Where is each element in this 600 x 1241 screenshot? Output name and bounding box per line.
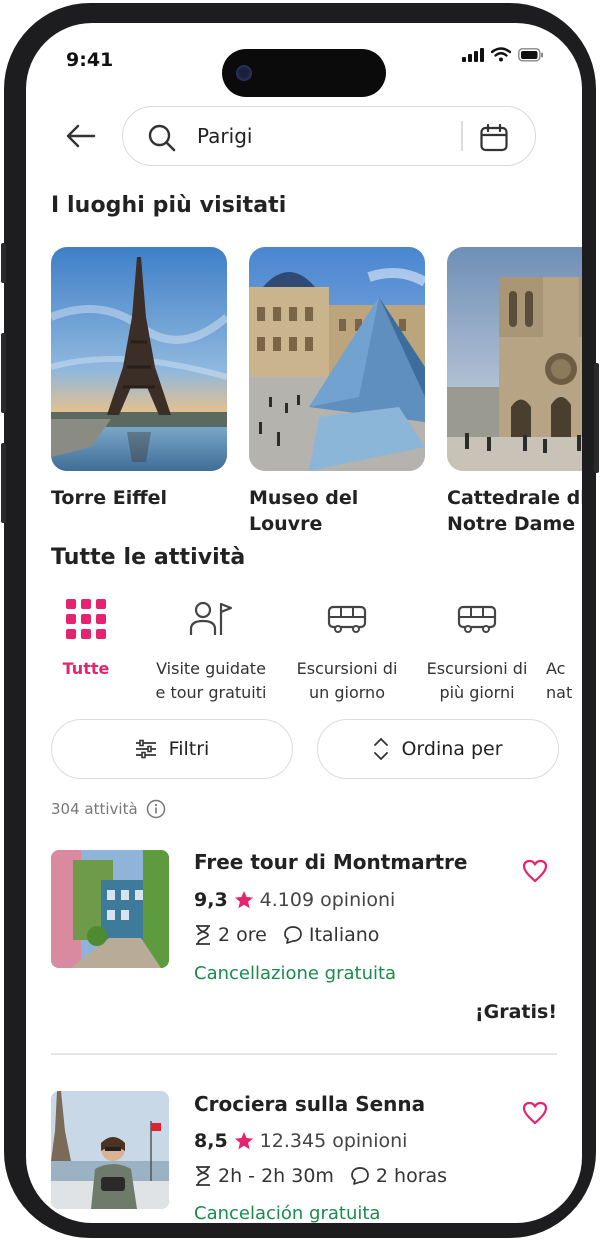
louvre-photo: [249, 247, 425, 471]
place-card-louvre[interactable]: Museo del Louvre: [249, 247, 425, 537]
star-icon: [234, 1132, 253, 1150]
place-card-eiffel[interactable]: Torre Eiffel: [51, 247, 227, 511]
activity-meta: 2 ore Italiano: [194, 924, 379, 946]
grid-icon: [26, 595, 151, 643]
category-guided-tours[interactable]: Visite guidate e tour gratuiti: [146, 595, 276, 705]
phone-frame: 9:41 Parigi I luoghi più visitati Torre …: [1, 3, 599, 1238]
search-divider: [461, 121, 463, 151]
volume-down-button: [1, 443, 6, 523]
filters-label: Filtri: [168, 738, 210, 760]
sliders-icon: [135, 739, 156, 759]
screen: 9:41 Parigi I luoghi più visitati Torre …: [26, 23, 582, 1223]
calendar-icon[interactable]: [479, 123, 509, 153]
category-multi-day-trips[interactable]: Escursioni di più giorni: [412, 595, 542, 705]
sort-button[interactable]: Ordina per: [317, 719, 559, 779]
guide-flag-icon: [146, 595, 276, 643]
search-bar[interactable]: Parigi: [122, 106, 536, 166]
place-card-notre-dame[interactable]: Cattedrale di Notre Dame: [447, 247, 582, 537]
status-time: 9:41: [66, 49, 114, 71]
sort-label: Ordina per: [401, 738, 503, 760]
place-name-line1: Cattedrale di: [447, 487, 582, 509]
free-cancellation: Cancellazione gratuita: [194, 963, 397, 984]
language-text: Italiano: [308, 924, 380, 946]
mute-switch: [1, 243, 6, 283]
signal-icon: [462, 47, 484, 62]
category-label: Escursioni di un giorno: [296, 659, 398, 702]
activity-title[interactable]: Free tour di Montmartre: [194, 850, 467, 874]
speech-bubble-icon: [283, 926, 302, 944]
activity-title[interactable]: Crociera sulla Senna: [194, 1092, 425, 1116]
results-count-text: 304 attività: [51, 800, 138, 818]
seine-cruise-photo[interactable]: [51, 1091, 169, 1209]
category-partial[interactable]: Ac nat: [546, 595, 582, 705]
rating-value: 9,3: [194, 889, 228, 911]
wifi-icon: [491, 47, 511, 62]
bus-icon: [412, 595, 542, 643]
power-button: [594, 363, 599, 473]
category-label: Ac nat: [546, 659, 573, 702]
rating-value: 8,5: [194, 1130, 228, 1152]
bus-icon: [282, 595, 412, 643]
activities-section-title: Tutte le attività: [51, 545, 246, 570]
front-camera: [236, 65, 252, 81]
battery-icon: [518, 47, 543, 62]
category-label: Escursioni di più giorni: [426, 659, 528, 702]
hourglass-icon: [196, 925, 210, 945]
status-icons: [462, 47, 544, 62]
places-section-title: I luoghi più visitati: [51, 193, 287, 218]
place-name-line1: Torre Eiffel: [51, 487, 168, 509]
category-day-trips[interactable]: Escursioni di un giorno: [282, 595, 412, 705]
place-name-line2: Notre Dame: [447, 513, 576, 535]
speech-bubble-icon: [351, 1167, 369, 1185]
activity-price: ¡Gratis!: [474, 1001, 557, 1023]
free-cancellation: Cancelación gratuita: [194, 1203, 381, 1223]
notre-dame-photo: [447, 247, 582, 471]
duration-text: 2h - 2h 30m: [218, 1165, 334, 1187]
category-label: Visite guidate e tour gratuiti: [155, 659, 267, 702]
place-name-line2: Louvre: [249, 513, 323, 535]
heart-icon[interactable]: [522, 1101, 548, 1125]
heart-icon[interactable]: [522, 859, 548, 883]
category-label: Tutte: [62, 659, 110, 678]
dynamic-island: [222, 49, 386, 97]
results-count: 304 attività: [51, 799, 166, 819]
language-text: 2 horas: [375, 1165, 448, 1187]
activity-rating: 8,5 12.345 opinioni: [194, 1130, 407, 1152]
divider: [51, 1053, 557, 1055]
info-icon[interactable]: [146, 799, 166, 819]
activity-meta: 2h - 2h 30m 2 horas: [194, 1165, 447, 1187]
category-tutte[interactable]: Tutte: [26, 595, 151, 681]
hourglass-icon: [196, 1166, 210, 1186]
montmartre-photo[interactable]: [51, 850, 169, 968]
filters-button[interactable]: Filtri: [51, 719, 293, 779]
reviews-count: 4.109 opinioni: [259, 889, 396, 911]
duration-text: 2 ore: [218, 924, 267, 946]
star-icon: [234, 891, 253, 909]
activity-icon: [546, 595, 582, 643]
sort-chevrons-icon: [374, 738, 389, 760]
activity-rating: 9,3 4.109 opinioni: [194, 889, 395, 911]
search-query: Parigi: [197, 124, 253, 148]
search-icon: [148, 124, 176, 152]
volume-up-button: [1, 333, 6, 413]
reviews-count: 12.345 opinioni: [259, 1130, 408, 1152]
back-arrow-icon[interactable]: [64, 121, 98, 151]
eiffel-tower-photo: [51, 247, 227, 471]
place-name-line1: Museo del: [249, 487, 359, 509]
